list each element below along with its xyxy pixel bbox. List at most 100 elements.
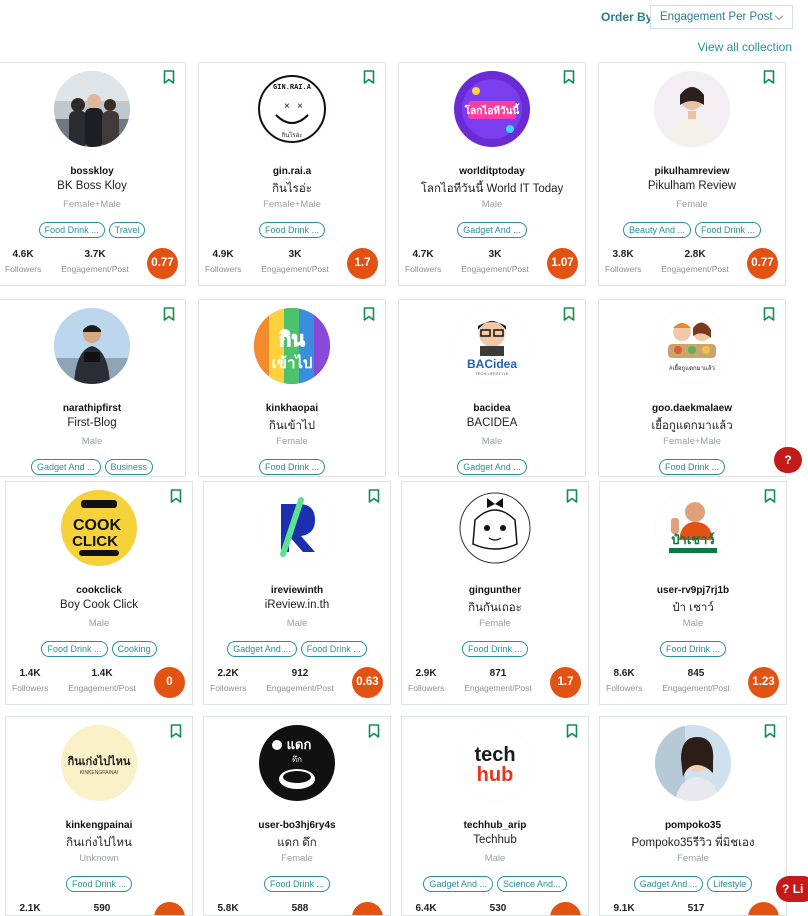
influencer-display-name: กินเก่งไปไหน [66, 837, 132, 849]
influencer-handle[interactable]: goo.daekmalaew [599, 403, 785, 414]
category-tag[interactable]: Food Drink ... [263, 876, 331, 892]
influencer-handle[interactable]: kinkhaopai [199, 403, 385, 414]
category-tag[interactable]: Gadget And ... [30, 459, 101, 475]
influencer-card[interactable]: bosskloy BK Boss Kloy Female+Male Food Drin… [0, 62, 186, 286]
avatar[interactable]: แดก ดึก [259, 725, 335, 801]
category-tag[interactable]: Food Drink ... [658, 459, 726, 475]
help-chat-button[interactable]: ? [774, 447, 802, 473]
influencer-handle[interactable]: bacidea [399, 403, 585, 414]
influencer-gender: Female [676, 199, 708, 210]
influencer-card[interactable]: GIN.RAI.A × × กินไรอ่ะ gin.rai.a กินไรอ่ะ Fe… [198, 62, 386, 286]
bookmark-icon[interactable] [764, 489, 776, 508]
influencer-handle[interactable]: user-rv9pj7rj1b [600, 585, 786, 596]
category-tag[interactable]: Lifestyle [707, 876, 753, 892]
followers-stat: 2.2K Followers [210, 668, 246, 693]
influencer-card[interactable]: กินเก่งไปไหน KINKENGPAINAI kinkengpainai ก… [5, 716, 193, 916]
avatar[interactable] [54, 71, 130, 147]
category-tag[interactable]: Beauty And ... [622, 222, 691, 238]
category-tags: Beauty And ... Food Drink ... [599, 222, 785, 238]
avatar[interactable] [655, 725, 731, 801]
influencer-card[interactable]: BACidea TECH LIFESTYLE bacidea BACIDEA Male… [398, 299, 586, 477]
category-tag[interactable]: Food Drink ... [659, 641, 727, 657]
influencer-card[interactable]: pikulhamreview Pikulham Review Female Beaut… [598, 62, 786, 286]
bookmark-icon[interactable] [368, 724, 380, 743]
category-tag[interactable]: Gadget And ... [423, 876, 493, 892]
avatar[interactable] [54, 308, 130, 384]
category-tag[interactable]: Science And... [497, 876, 567, 892]
category-tag[interactable]: Gadget And ... [227, 641, 297, 657]
category-tag[interactable]: Food Drink ... [41, 641, 108, 657]
influencer-handle[interactable]: worlditptoday [399, 166, 585, 177]
influencer-handle[interactable]: cookclick [6, 585, 192, 596]
category-tag[interactable]: Travel [108, 222, 146, 238]
bookmark-icon[interactable] [763, 70, 775, 89]
influencer-card[interactable]: #เยื้อกูแดกมาแล้ว goo.daekmalaew เยื้อกูแด… [598, 299, 786, 477]
influencer-handle[interactable]: bosskloy [0, 166, 185, 177]
avatar[interactable]: #เยื้อกูแดกมาแล้ว [654, 308, 730, 384]
influencer-card[interactable]: แดก ดึก user-bo3hj6ry4s แดก ดึก Female Food… [203, 716, 391, 916]
followers-label: Followers [210, 683, 247, 693]
bookmark-icon[interactable] [566, 724, 578, 743]
influencer-handle[interactable]: narathipfirst [0, 403, 185, 414]
avatar[interactable]: BACidea TECH LIFESTYLE [454, 308, 530, 384]
avatar[interactable]: COOK CLICK [61, 490, 137, 566]
bookmark-icon[interactable] [763, 307, 775, 326]
influencer-display-name: กินไรอ่ะ [272, 183, 312, 195]
bookmark-icon[interactable] [566, 489, 578, 508]
category-tag[interactable]: Food Drink ... [695, 222, 762, 238]
live-chat-button[interactable]: ? Li [776, 876, 808, 902]
followers-stat: 4.9K Followers [205, 249, 241, 274]
influencer-handle[interactable]: gin.rai.a [199, 166, 385, 177]
followers-count: 3.8K [612, 249, 634, 260]
category-tag[interactable]: Business [104, 459, 154, 475]
influencer-handle[interactable]: pikulhamreview [599, 166, 785, 177]
avatar[interactable]: กิน เข้าไป [254, 308, 330, 384]
category-tag[interactable]: Food Drink ... [258, 459, 326, 475]
followers-label: Followers [606, 683, 643, 693]
category-tag[interactable]: Food Drink ... [300, 641, 367, 657]
bookmark-icon[interactable] [163, 70, 175, 89]
influencer-card[interactable]: กิน เข้าไป kinkhaopai กินเข้าไป Female Food … [198, 299, 386, 477]
order-by-select[interactable]: Engagement Per Post [650, 5, 793, 29]
influencer-card[interactable]: COOK CLICK cookclick Boy Cook Click Male Fo… [5, 481, 193, 705]
bookmark-icon[interactable] [563, 307, 575, 326]
avatar[interactable]: ป๋าเชาว์ [655, 490, 731, 566]
category-tag[interactable]: Gadget And ... [633, 876, 704, 892]
influencer-card[interactable]: ป๋าเชาว์ user-rv9pj7rj1b ป๋า เชาว์ Male Foo… [599, 481, 787, 705]
bookmark-icon[interactable] [368, 489, 380, 508]
influencer-handle[interactable]: techhub_arip [402, 820, 588, 831]
influencer-handle[interactable]: kinkengpainai [6, 820, 192, 831]
influencer-handle[interactable]: gingunther [402, 585, 588, 596]
view-all-collection-link[interactable]: View all collection [698, 40, 793, 54]
category-tag[interactable]: Gadget And ... [457, 222, 527, 238]
bookmark-icon[interactable] [163, 307, 175, 326]
category-tag[interactable]: Gadget And ... [457, 459, 527, 475]
bookmark-icon[interactable] [363, 70, 375, 89]
avatar[interactable]: tech hub [457, 725, 533, 801]
category-tag[interactable]: Food Drink ... [38, 222, 105, 238]
influencer-handle[interactable]: ireviewinth [204, 585, 390, 596]
bookmark-icon[interactable] [363, 307, 375, 326]
influencer-handle[interactable]: pompoko35 [600, 820, 786, 831]
bookmark-icon[interactable] [170, 489, 182, 508]
avatar[interactable] [654, 71, 730, 147]
influencer-card[interactable]: ireviewinth iReview.in.th Male Gadget And .… [203, 481, 391, 705]
influencer-card[interactable]: โลกไอทีวันนี้ worlditptoday โลกไอทีวันนี้… [398, 62, 586, 286]
influencer-card[interactable]: gingunther กินกันเถอะ Female Food Drink ...… [401, 481, 589, 705]
bookmark-icon[interactable] [764, 724, 776, 743]
category-tag[interactable]: Cooking [111, 641, 157, 657]
avatar[interactable]: โลกไอทีวันนี้ [454, 71, 530, 147]
influencer-card[interactable]: narathipfirst First-Blog Male Gadget And ..… [0, 299, 186, 477]
category-tag[interactable]: Food Drink ... [461, 641, 529, 657]
influencer-card[interactable]: pompoko35 Pompoko35รีวิว พี่มิชเอง Female G… [599, 716, 787, 916]
bookmark-icon[interactable] [563, 70, 575, 89]
category-tag[interactable]: Food Drink ... [65, 876, 133, 892]
influencer-card[interactable]: tech hub techhub_arip Techhub Male Gadget An… [401, 716, 589, 916]
influencer-handle[interactable]: user-bo3hj6ry4s [204, 820, 390, 831]
category-tag[interactable]: Food Drink ... [258, 222, 326, 238]
bookmark-icon[interactable] [170, 724, 182, 743]
avatar[interactable] [457, 490, 533, 566]
avatar[interactable]: GIN.RAI.A × × กินไรอ่ะ [254, 71, 330, 147]
avatar[interactable]: กินเก่งไปไหน KINKENGPAINAI [61, 725, 137, 801]
avatar[interactable] [259, 490, 335, 566]
